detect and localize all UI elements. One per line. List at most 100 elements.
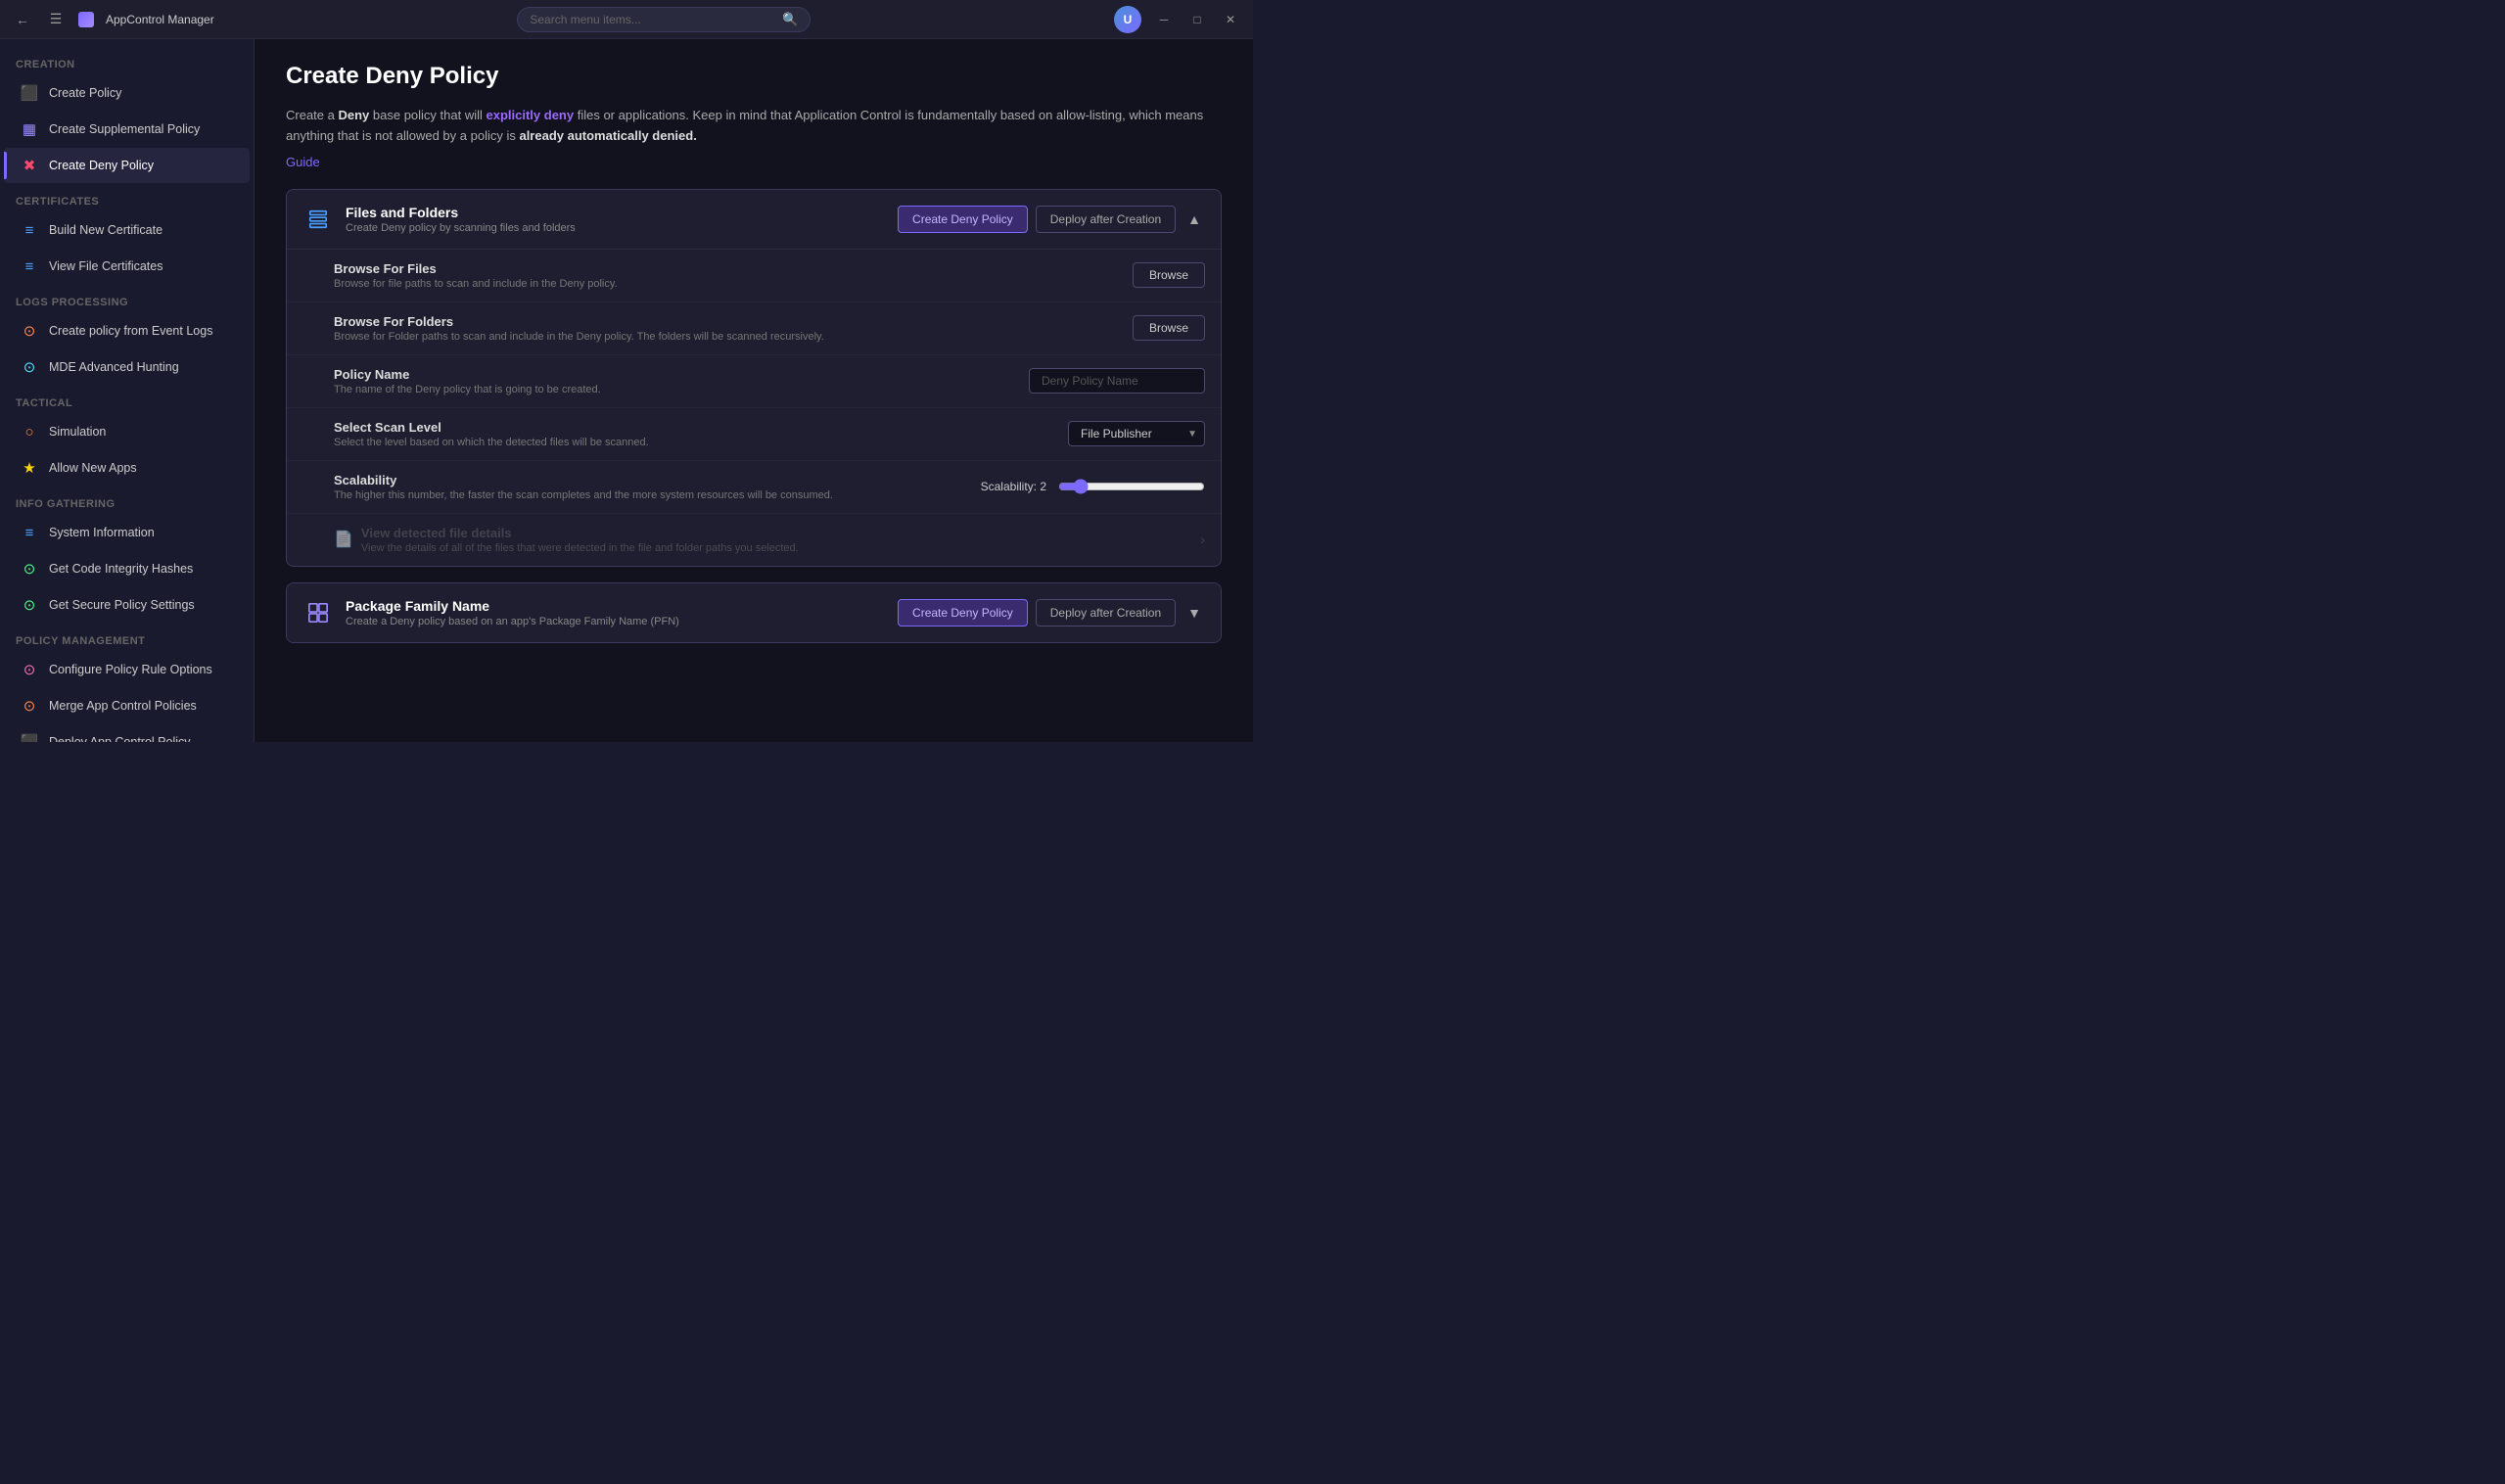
desc-part2: base policy that will [369,108,486,122]
scan-level-select[interactable]: File Publisher Publisher Hash FileName [1068,421,1205,446]
scalability-slider[interactable] [1058,479,1205,494]
minimize-button[interactable]: ─ [1149,5,1179,34]
desc-bold2: already automatically denied. [519,128,696,143]
create-deny-policy-btn-pfn[interactable]: Create Deny Policy [898,599,1028,626]
page-description: Create a Deny base policy that will expl… [286,106,1222,147]
policy-name-desc: The name of the Deny policy that is goin… [334,384,1013,395]
chevron-right-icon: › [1200,532,1205,547]
browse-folders-desc: Browse for Folder paths to scan and incl… [334,331,1117,343]
section-info-label: Info Gathering [0,487,254,514]
sidebar-item-label: Create Supplemental Policy [49,122,200,136]
sidebar-item-configure-policy-rule-options[interactable]: ⊙ Configure Policy Rule Options [4,652,250,687]
scan-level-info: Select Scan Level Select the level based… [334,420,1052,448]
search-bar: 🔍 [214,7,1114,32]
card-actions: Create Deny Policy Deploy after Creation… [898,206,1205,233]
sidebar-item-label: MDE Advanced Hunting [49,360,179,374]
browse-files-btn[interactable]: Browse [1133,262,1205,288]
view-detected-info: View detected file details View the deta… [361,526,1184,554]
collapse-btn-pfn[interactable]: ▼ [1183,601,1205,625]
main-layout: Creation ⬛ Create Policy ▦ Create Supple… [0,39,1253,742]
sidebar-item-merge-app-control-policies[interactable]: ⊙ Merge App Control Policies [4,688,250,723]
sidebar-item-create-deny-policy[interactable]: ✖ Create Deny Policy [4,148,250,183]
maximize-button[interactable]: □ [1183,5,1212,34]
card-title: Files and Folders [346,205,886,220]
create-deny-policy-btn-files[interactable]: Create Deny Policy [898,206,1028,233]
sidebar-item-label: Build New Certificate [49,223,162,237]
section-tactical-label: Tactical [0,386,254,413]
sidebar-item-create-policy[interactable]: ⬛ Create Policy [4,75,250,111]
search-input[interactable] [530,13,774,26]
policy-name-info: Policy Name The name of the Deny policy … [334,367,1013,395]
menu-button[interactable]: ☰ [41,5,70,34]
sidebar-item-create-policy-from-event-logs[interactable]: ⊙ Create policy from Event Logs [4,313,250,348]
sidebar-item-get-code-integrity-hashes[interactable]: ⊙ Get Code Integrity Hashes [4,551,250,586]
merge-policies-icon: ⊙ [20,696,39,716]
sidebar-item-view-file-certificates[interactable]: ≡ View File Certificates [4,249,250,284]
sidebar-item-mde-advanced-hunting[interactable]: ⊙ MDE Advanced Hunting [4,349,250,385]
configure-policy-icon: ⊙ [20,660,39,679]
deploy-after-creation-btn-files[interactable]: Deploy after Creation [1036,206,1176,233]
collapse-btn-files[interactable]: ▲ [1183,208,1205,231]
card-title-wrap: Files and Folders Create Deny policy by … [346,205,886,234]
card-files-and-folders: Files and Folders Create Deny policy by … [286,189,1222,567]
sidebar-item-label: Get Secure Policy Settings [49,598,195,612]
files-and-folders-icon [302,204,334,235]
sidebar-item-label: Deploy App Control Policy [49,735,191,742]
event-logs-icon: ⊙ [20,321,39,341]
back-button[interactable]: ← [8,5,37,34]
browse-folders-info: Browse For Folders Browse for Folder pat… [334,314,1117,343]
policy-name-input[interactable] [1029,368,1205,394]
card-subtitle-pfn: Create a Deny policy based on an app's P… [346,616,886,627]
view-detected-title: View detected file details [361,526,1184,540]
create-policy-icon: ⬛ [20,83,39,103]
sidebar-item-label: View File Certificates [49,259,162,273]
card-row-view-detected-file-details: 📄 View detected file details View the de… [287,514,1221,566]
simulation-icon: ○ [20,422,39,441]
scalability-desc: The higher this number, the faster the s… [334,489,965,501]
card-row-scalability: Scalability The higher this number, the … [287,461,1221,514]
titlebar-nav: ← ☰ [8,5,70,34]
app-icon [78,12,94,27]
sidebar-item-allow-new-apps[interactable]: ★ Allow New Apps [4,450,250,486]
sidebar-item-get-secure-policy-settings[interactable]: ⊙ Get Secure Policy Settings [4,587,250,623]
package-family-icon [302,597,334,628]
scalability-label: Scalability: 2 [981,480,1046,493]
sidebar-item-simulation[interactable]: ○ Simulation [4,414,250,449]
card-title-pfn: Package Family Name [346,598,886,614]
sidebar-item-label: Create policy from Event Logs [49,324,212,338]
section-creation-label: Creation [0,47,254,74]
sidebar-item-label: Create Policy [49,86,121,100]
card-subtitle: Create Deny policy by scanning files and… [346,222,886,234]
scalability-action: Scalability: 2 [981,479,1205,494]
sidebar-item-label: Allow New Apps [49,461,137,475]
build-cert-icon: ≡ [20,220,39,240]
sidebar-item-deploy-app-control-policy[interactable]: ⬛ Deploy App Control Policy [4,724,250,742]
deploy-after-creation-btn-pfn[interactable]: Deploy after Creation [1036,599,1176,626]
browse-files-desc: Browse for file paths to scan and includ… [334,278,1117,290]
deploy-policy-icon: ⬛ [20,732,39,742]
sidebar-item-create-supplemental-policy[interactable]: ▦ Create Supplemental Policy [4,112,250,147]
sidebar-item-build-new-certificate[interactable]: ≡ Build New Certificate [4,212,250,248]
titlebar-left: ← ☰ AppControl Manager [8,5,214,34]
sidebar: Creation ⬛ Create Policy ▦ Create Supple… [0,39,255,742]
sidebar-item-label: Simulation [49,425,106,439]
page-title: Create Deny Policy [286,63,1222,90]
view-detected-desc: View the details of all of the files tha… [361,542,1184,554]
desc-highlight: explicitly deny [487,108,575,122]
sidebar-item-system-information[interactable]: ≡ System Information [4,515,250,550]
section-logs-label: Logs Processing [0,285,254,312]
sidebar-item-label: Merge App Control Policies [49,699,197,713]
guide-link[interactable]: Guide [286,155,320,169]
search-icon: 🔍 [782,12,798,27]
secure-policy-icon: ⊙ [20,595,39,615]
section-certificates-label: Certificates [0,184,254,211]
browse-folders-btn[interactable]: Browse [1133,315,1205,341]
content-area: Create Deny Policy Create a Deny base po… [255,39,1253,742]
close-button[interactable]: ✕ [1216,5,1245,34]
card-header-files-and-folders: Files and Folders Create Deny policy by … [287,190,1221,249]
sidebar-item-label: Get Code Integrity Hashes [49,562,193,576]
scalability-info: Scalability The higher this number, the … [334,473,965,501]
browse-files-action: Browse [1133,262,1205,288]
card-package-family-name: Package Family Name Create a Deny policy… [286,582,1222,643]
user-avatar: U [1114,6,1141,33]
